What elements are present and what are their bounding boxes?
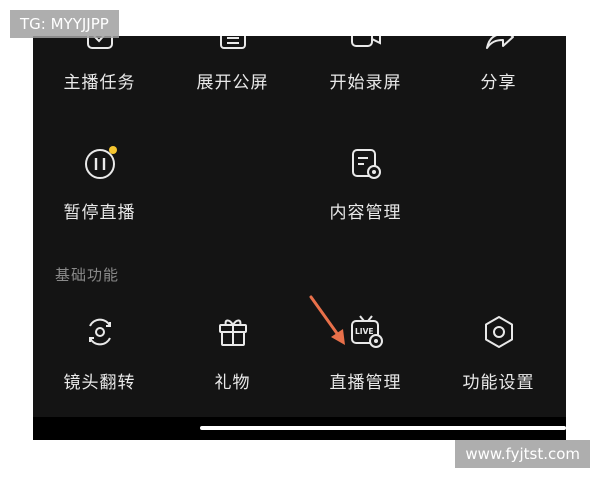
home-indicator[interactable] xyxy=(200,426,566,430)
pause-live-label: 暂停直播 xyxy=(63,203,136,223)
camera-flip-button[interactable]: 镜头翻转 xyxy=(33,314,166,424)
watermark-bottom: www.fyjtst.com xyxy=(455,440,590,468)
camera-flip-label: 镜头翻转 xyxy=(63,373,136,393)
live-manage-label: 直播管理 xyxy=(329,373,402,393)
expand-chat-button[interactable]: 展开公屏 xyxy=(166,36,299,134)
feature-settings-label: 功能设置 xyxy=(462,373,535,393)
section-title-basic: 基础功能 xyxy=(55,266,120,284)
phone-screen: 主播任务 展开公屏 开始录屏 分享 暂停直播 内容管理 基础功能 镜头翻转 礼物… xyxy=(33,36,566,440)
share-arrow-icon xyxy=(481,36,517,60)
share-button[interactable]: 分享 xyxy=(432,36,565,134)
share-label: 分享 xyxy=(480,73,517,93)
settings-hexagon-icon xyxy=(481,314,517,350)
pause-live-button[interactable]: 暂停直播 xyxy=(33,146,166,256)
gift-button[interactable]: 礼物 xyxy=(166,314,299,424)
record-camera-icon xyxy=(348,36,384,60)
task-button[interactable]: 主播任务 xyxy=(33,36,166,134)
gift-label: 礼物 xyxy=(214,373,251,393)
expand-chat-label: 展开公屏 xyxy=(196,73,269,93)
task-label: 主播任务 xyxy=(63,73,136,93)
watermark-top: TG: MYYJJPP xyxy=(10,10,119,38)
content-manage-button[interactable]: 内容管理 xyxy=(299,146,432,256)
annotation-arrow-icon xyxy=(309,295,345,345)
notification-dot xyxy=(108,146,117,154)
record-screen-label: 开始录屏 xyxy=(329,73,402,93)
chat-list-icon xyxy=(215,36,251,60)
content-manage-label: 内容管理 xyxy=(329,203,402,223)
live-icon-text: LIVE xyxy=(355,327,374,336)
task-check-icon xyxy=(82,36,118,60)
content-manage-icon xyxy=(348,146,384,182)
camera-flip-icon xyxy=(82,314,118,350)
pause-icon xyxy=(82,146,118,182)
feature-settings-button[interactable]: 功能设置 xyxy=(432,314,565,424)
record-screen-button[interactable]: 开始录屏 xyxy=(299,36,432,134)
gift-icon xyxy=(215,314,251,350)
